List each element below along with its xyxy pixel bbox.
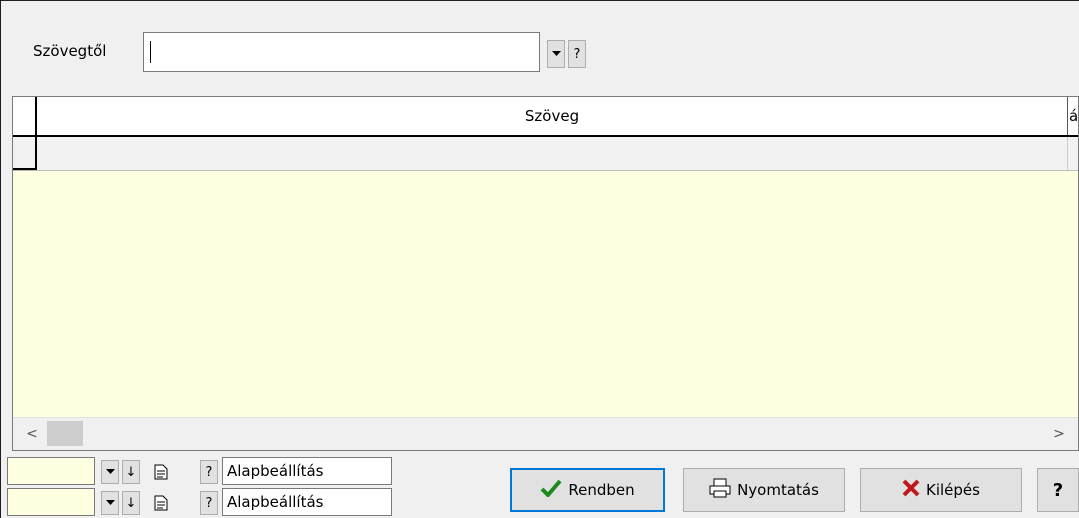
column-header-szoveg[interactable]: Szöveg [37, 97, 1068, 135]
help-glyph: ? [205, 464, 213, 480]
filter-help-button[interactable]: ? [568, 40, 586, 68]
preset-help-button-1[interactable]: ? [200, 460, 218, 484]
ok-label: Rendben [568, 481, 635, 499]
scroll-thumb[interactable] [47, 421, 83, 446]
preset-name-1: Alapbeállítás [222, 457, 392, 485]
help-label: ? [1052, 479, 1064, 501]
preset-field-1[interactable] [7, 457, 95, 485]
checkmark-icon [540, 479, 562, 501]
preset-dropdown-button-2[interactable] [101, 491, 119, 515]
preset-dropdown-button-1[interactable] [101, 460, 119, 484]
print-label: Nyomtatás [737, 481, 819, 499]
table-row[interactable] [13, 137, 1078, 171]
column-header-partial[interactable]: á [1069, 97, 1078, 135]
text-caret [150, 41, 151, 63]
document-icon [154, 495, 168, 511]
row-selector[interactable] [13, 137, 37, 170]
preset-field-2[interactable] [7, 488, 95, 516]
data-grid[interactable]: Szöveg á < > [12, 96, 1079, 451]
preset-name-2: Alapbeállítás [222, 488, 392, 516]
print-button[interactable]: Nyomtatás [683, 468, 845, 512]
sort-button-2[interactable]: ↓ [122, 491, 140, 515]
arrow-down-icon: ↓ [125, 495, 137, 511]
exit-label: Kilépés [926, 481, 980, 499]
help-glyph: ? [573, 46, 581, 62]
grid-header: Szöveg á [13, 97, 1078, 137]
arrow-down-icon: ↓ [125, 464, 137, 480]
document-button-2[interactable] [143, 491, 179, 515]
help-glyph: ? [205, 495, 213, 511]
printer-icon [709, 478, 731, 502]
chevron-down-icon [105, 500, 115, 505]
document-button-1[interactable] [143, 460, 179, 484]
close-icon [902, 479, 920, 501]
exit-button[interactable]: Kilépés [860, 468, 1022, 512]
grid-corner[interactable] [13, 97, 37, 135]
scroll-left-icon[interactable]: < [17, 418, 47, 450]
from-text-label: Szövegtől [33, 42, 107, 60]
chevron-down-icon [551, 51, 561, 56]
horizontal-scrollbar[interactable]: < > [13, 417, 1078, 450]
from-text-input[interactable] [143, 32, 540, 72]
help-button[interactable]: ? [1037, 468, 1079, 512]
table-cell[interactable] [37, 137, 1068, 170]
preset-help-button-2[interactable]: ? [200, 491, 218, 515]
sort-button-1[interactable]: ↓ [122, 460, 140, 484]
scroll-right-icon[interactable]: > [1044, 418, 1074, 450]
document-icon [154, 464, 168, 480]
ok-button[interactable]: Rendben [510, 468, 665, 512]
chevron-down-icon [105, 469, 115, 474]
dropdown-button[interactable] [547, 40, 565, 68]
